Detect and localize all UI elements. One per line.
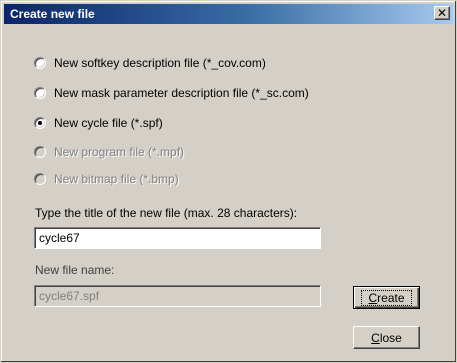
create-new-file-dialog: Create new file ✕ New softkey descriptio… [0, 0, 457, 363]
close-button[interactable]: Close [353, 326, 420, 349]
filename-field-label: New file name: [35, 263, 115, 277]
option-mask-parameter-file[interactable]: New mask parameter description file (*_s… [34, 85, 309, 101]
radio-button[interactable] [34, 57, 46, 69]
close-window-button[interactable]: ✕ [434, 6, 450, 20]
option-softkey-file[interactable]: New softkey description file (*_cov.com) [34, 55, 266, 71]
option-label: New bitmap file (*.bmp) [54, 172, 179, 186]
new-file-name-field: cycle67.spf [34, 285, 321, 307]
window-title: Create new file [10, 7, 95, 21]
radio-button-selected[interactable] [34, 117, 46, 129]
radio-button[interactable] [34, 87, 46, 99]
file-title-input[interactable]: cycle67 [34, 227, 321, 249]
close-icon: ✕ [436, 6, 448, 20]
option-program-file: New program file (*.mpf) [34, 144, 184, 160]
option-label: New mask parameter description file (*_s… [54, 86, 309, 100]
create-button[interactable]: Create [353, 286, 420, 309]
option-label: New program file (*.mpf) [54, 145, 185, 159]
title-bar[interactable]: Create new file ✕ [4, 4, 453, 24]
option-cycle-file[interactable]: New cycle file (*.spf) [34, 115, 163, 131]
radio-button-disabled [34, 173, 46, 185]
title-field-label: Type the title of the new file (max. 28 … [35, 206, 298, 220]
option-label: New cycle file (*.spf) [54, 116, 163, 130]
focus-ring: Create [361, 289, 412, 306]
option-label: New softkey description file (*_cov.com) [54, 56, 266, 70]
radio-button-disabled [34, 146, 46, 158]
option-bitmap-file: New bitmap file (*.bmp) [34, 171, 179, 187]
